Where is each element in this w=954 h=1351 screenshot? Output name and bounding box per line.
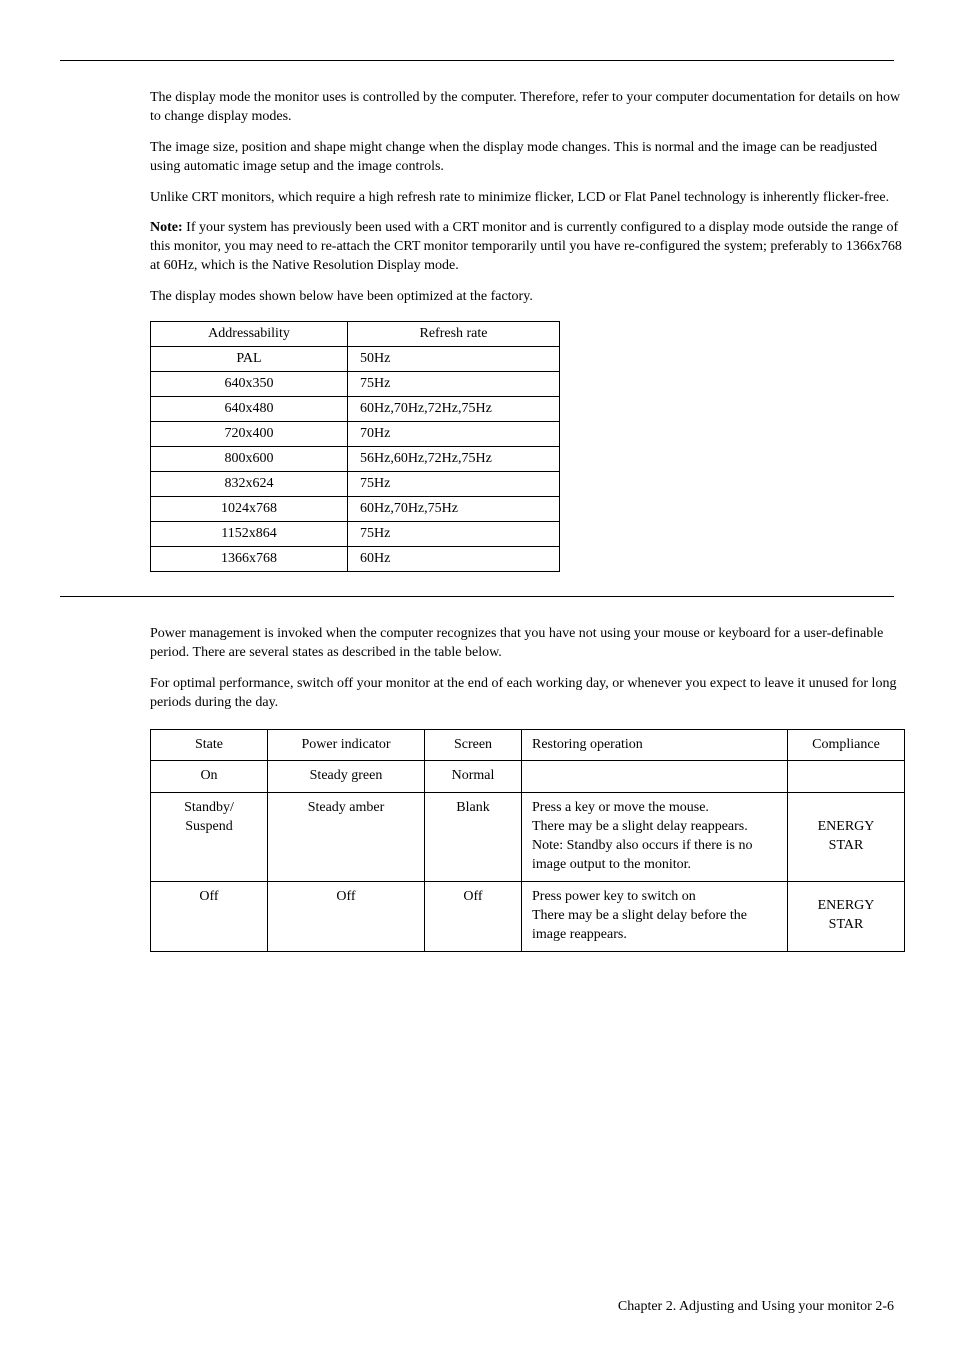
table-header-row: Addressability Refresh rate: [151, 322, 560, 347]
section-divider-1: [60, 60, 894, 61]
page-footer: Chapter 2. Adjusting and Using your moni…: [618, 1298, 894, 1317]
cell-addressability: 800x600: [151, 447, 348, 472]
table-row: 640x35075Hz: [151, 372, 560, 397]
col-header-refresh-rate: Refresh rate: [348, 322, 560, 347]
col-header-power: Power indicator: [268, 729, 425, 761]
table-row: 720x40070Hz: [151, 422, 560, 447]
col-header-addressability: Addressability: [151, 322, 348, 347]
cell-power: Steady amber: [268, 793, 425, 882]
table-row: 800x60056Hz,60Hz,72Hz,75Hz: [151, 447, 560, 472]
col-header-restore: Restoring operation: [522, 729, 788, 761]
cell-refresh: 60Hz,70Hz,75Hz: [348, 497, 560, 522]
cell-addressability: 1152x864: [151, 522, 348, 547]
table-row: On Steady green Normal: [151, 761, 905, 793]
section-divider-2: [60, 596, 894, 597]
table-row: 1024x76860Hz,70Hz,75Hz: [151, 497, 560, 522]
table-row: PAL50Hz: [151, 347, 560, 372]
cell-refresh: 75Hz: [348, 472, 560, 497]
cell-restore: Press a key or move the mouse.There may …: [522, 793, 788, 882]
compliance-inner: ENERGYSTAR: [796, 897, 896, 935]
paragraph: For optimal performance, switch off your…: [150, 675, 910, 713]
paragraph: The display mode the monitor uses is con…: [150, 89, 910, 127]
table-row: 1152x86475Hz: [151, 522, 560, 547]
display-modes-table: Addressability Refresh rate PAL50Hz 640x…: [150, 321, 560, 572]
cell-state: Off: [151, 881, 268, 951]
col-header-screen: Screen: [425, 729, 522, 761]
cell-compliance: ENERGYSTAR: [788, 881, 905, 951]
table-row: Standby/Suspend Steady amber Blank Press…: [151, 793, 905, 882]
note-text: If your system has previously been used …: [150, 220, 902, 273]
paragraph: Power management is invoked when the com…: [150, 625, 910, 663]
section-2-text: Power management is invoked when the com…: [60, 625, 910, 713]
cell-addressability: 640x350: [151, 372, 348, 397]
cell-addressability: 720x400: [151, 422, 348, 447]
cell-state: On: [151, 761, 268, 793]
cell-refresh: 60Hz: [348, 547, 560, 572]
power-management-table: State Power indicator Screen Restoring o…: [150, 729, 905, 952]
cell-refresh: 75Hz: [348, 522, 560, 547]
col-header-compliance: Compliance: [788, 729, 905, 761]
cell-power: Off: [268, 881, 425, 951]
paragraph: The display modes shown below have been …: [150, 288, 910, 307]
paragraph: Unlike CRT monitors, which require a hig…: [150, 189, 910, 208]
table-row: 1366x76860Hz: [151, 547, 560, 572]
cell-refresh: 75Hz: [348, 372, 560, 397]
cell-restore: Press power key to switch onThere may be…: [522, 881, 788, 951]
cell-screen: Off: [425, 881, 522, 951]
cell-compliance: ENERGYSTAR: [788, 793, 905, 882]
table-row: Off Off Off Press power key to switch on…: [151, 881, 905, 951]
table-row: 832x62475Hz: [151, 472, 560, 497]
col-header-state: State: [151, 729, 268, 761]
paragraph: The image size, position and shape might…: [150, 139, 910, 177]
cell-refresh: 50Hz: [348, 347, 560, 372]
cell-compliance: [788, 761, 905, 793]
cell-addressability: PAL: [151, 347, 348, 372]
cell-addressability: 1024x768: [151, 497, 348, 522]
table-header-row: State Power indicator Screen Restoring o…: [151, 729, 905, 761]
cell-refresh: 70Hz: [348, 422, 560, 447]
cell-addressability: 640x480: [151, 397, 348, 422]
note-paragraph: Note: If your system has previously been…: [150, 219, 910, 276]
cell-restore: [522, 761, 788, 793]
compliance-inner: ENERGYSTAR: [796, 818, 896, 856]
cell-state: Standby/Suspend: [151, 793, 268, 882]
page: The display mode the monitor uses is con…: [0, 0, 954, 1351]
table-row: 640x48060Hz,70Hz,72Hz,75Hz: [151, 397, 560, 422]
cell-addressability: 832x624: [151, 472, 348, 497]
cell-addressability: 1366x768: [151, 547, 348, 572]
cell-screen: Blank: [425, 793, 522, 882]
cell-power: Steady green: [268, 761, 425, 793]
cell-refresh: 56Hz,60Hz,72Hz,75Hz: [348, 447, 560, 472]
note-label: Note:: [150, 220, 183, 235]
section-1-text: The display mode the monitor uses is con…: [60, 89, 910, 307]
cell-refresh: 60Hz,70Hz,72Hz,75Hz: [348, 397, 560, 422]
cell-screen: Normal: [425, 761, 522, 793]
